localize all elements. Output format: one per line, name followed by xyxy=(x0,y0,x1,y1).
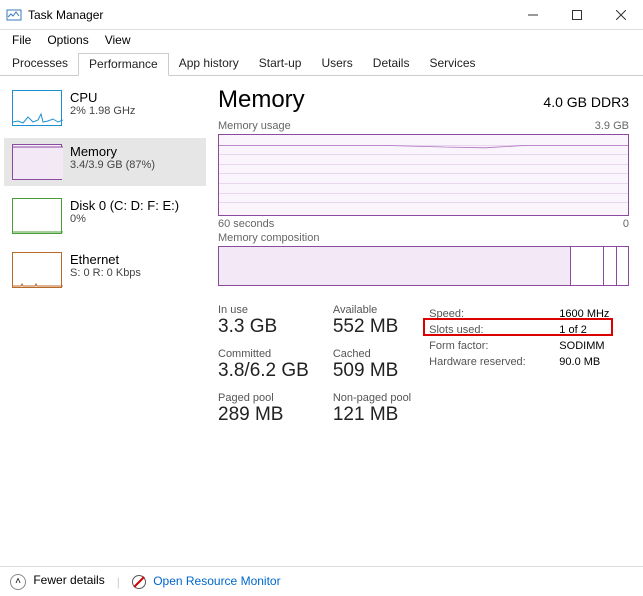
memory-sparkline-icon xyxy=(12,144,62,180)
menu-options[interactable]: Options xyxy=(39,31,96,49)
footer: ˄ Fewer details | Open Resource Monitor xyxy=(0,566,643,596)
sidebar-memory-label: Memory xyxy=(70,144,155,159)
sidebar-item-memory[interactable]: Memory 3.4/3.9 GB (87%) xyxy=(4,138,206,186)
open-resource-monitor-link[interactable]: Open Resource Monitor xyxy=(132,574,281,589)
usage-label: Memory usage xyxy=(218,120,291,132)
sidebar: CPU 2% 1.98 GHz Memory 3.4/3.9 GB (87%) … xyxy=(0,76,210,566)
sidebar-ethernet-label: Ethernet xyxy=(70,252,141,267)
sidebar-item-disk[interactable]: Disk 0 (C: D: F: E:) 0% xyxy=(4,192,206,240)
maximize-button[interactable] xyxy=(555,0,599,30)
tabs: Processes Performance App history Start-… xyxy=(0,52,643,76)
label-available: Available xyxy=(333,304,411,316)
menu-view[interactable]: View xyxy=(97,31,139,49)
fewer-details-label: Fewer details xyxy=(33,573,104,587)
sidebar-disk-sub: 0% xyxy=(70,213,179,225)
stats-right: Speed: 1600 MHz Slots used: 1 of 2 Form … xyxy=(429,304,629,426)
label-paged: Paged pool xyxy=(218,392,309,404)
sidebar-item-ethernet[interactable]: Ethernet S: 0 R: 0 Kbps xyxy=(4,246,206,294)
stats-left: In use3.3 GB Available552 MB Committed3.… xyxy=(218,304,411,426)
composition-label: Memory composition xyxy=(218,232,319,244)
sidebar-disk-label: Disk 0 (C: D: F: E:) xyxy=(70,198,179,213)
value-form: SODIMM xyxy=(559,340,629,352)
window-title: Task Manager xyxy=(28,8,103,22)
axis-left: 60 seconds xyxy=(218,218,274,230)
close-button[interactable] xyxy=(599,0,643,30)
menubar: File Options View xyxy=(0,30,643,50)
value-reserved: 90.0 MB xyxy=(559,356,629,368)
sidebar-ethernet-sub: S: 0 R: 0 Kbps xyxy=(70,267,141,279)
value-available: 552 MB xyxy=(333,316,411,338)
sidebar-item-cpu[interactable]: CPU 2% 1.98 GHz xyxy=(4,84,206,132)
tab-startup[interactable]: Start-up xyxy=(249,53,312,76)
sidebar-memory-sub: 3.4/3.9 GB (87%) xyxy=(70,159,155,171)
memory-composition-bar xyxy=(218,246,629,286)
divider: | xyxy=(117,575,120,589)
value-nonpaged: 121 MB xyxy=(333,404,411,426)
value-committed: 3.8/6.2 GB xyxy=(218,360,309,382)
label-cached: Cached xyxy=(333,348,411,360)
menu-file[interactable]: File xyxy=(4,31,39,49)
cpu-sparkline-icon xyxy=(12,90,62,126)
tab-services[interactable]: Services xyxy=(419,53,485,76)
sidebar-cpu-label: CPU xyxy=(70,90,135,105)
memory-usage-graph xyxy=(218,134,629,216)
label-inuse: In use xyxy=(218,304,309,316)
highlight-box xyxy=(423,318,613,336)
ethernet-sparkline-icon xyxy=(12,252,62,288)
fewer-details-button[interactable]: ˄ Fewer details xyxy=(10,573,105,590)
value-paged: 289 MB xyxy=(218,404,309,426)
value-cached: 509 MB xyxy=(333,360,411,382)
titlebar[interactable]: Task Manager xyxy=(0,0,643,30)
tab-details[interactable]: Details xyxy=(363,53,420,76)
memory-capacity: 4.0 GB DDR3 xyxy=(543,94,629,110)
resource-monitor-icon xyxy=(132,575,146,589)
label-form: Form factor: xyxy=(429,340,545,352)
sidebar-cpu-sub: 2% 1.98 GHz xyxy=(70,105,135,117)
comp-seg-standby xyxy=(604,247,618,285)
resource-monitor-label: Open Resource Monitor xyxy=(153,574,280,588)
disk-sparkline-icon xyxy=(12,198,62,234)
tab-processes[interactable]: Processes xyxy=(2,53,78,76)
window-controls xyxy=(511,0,643,30)
page-title: Memory xyxy=(218,86,305,114)
comp-seg-free xyxy=(617,247,628,285)
label-nonpaged: Non-paged pool xyxy=(333,392,411,404)
comp-seg-modified xyxy=(571,247,604,285)
axis-right: 0 xyxy=(623,218,629,230)
label-committed: Committed xyxy=(218,348,309,360)
label-reserved: Hardware reserved: xyxy=(429,356,545,368)
tab-apphistory[interactable]: App history xyxy=(169,53,249,76)
minimize-button[interactable] xyxy=(511,0,555,30)
chevron-up-icon: ˄ xyxy=(10,574,26,590)
comp-seg-inuse xyxy=(219,247,571,285)
usage-max: 3.9 GB xyxy=(595,120,629,132)
tab-performance[interactable]: Performance xyxy=(78,53,169,76)
app-icon xyxy=(6,7,22,23)
value-inuse: 3.3 GB xyxy=(218,316,309,338)
tab-users[interactable]: Users xyxy=(311,53,362,76)
main-panel: Memory 4.0 GB DDR3 Memory usage 3.9 GB 6… xyxy=(210,76,643,566)
